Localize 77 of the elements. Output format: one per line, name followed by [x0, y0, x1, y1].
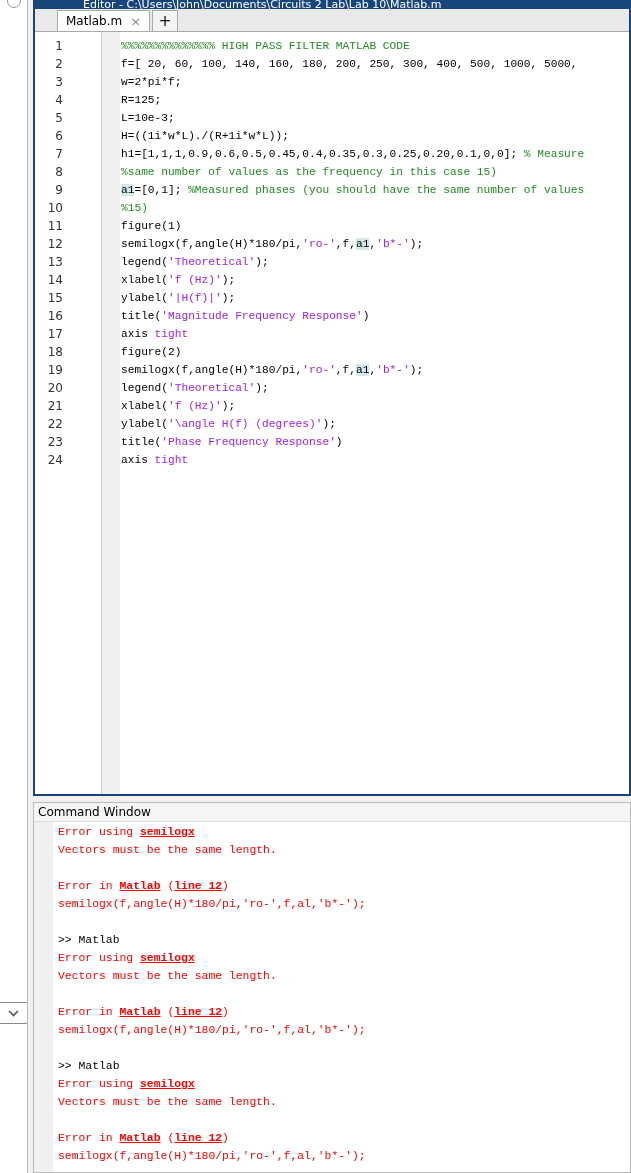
output-line: Error in Matlab (line 12) — [58, 879, 230, 894]
error-link[interactable]: semilogx — [140, 952, 195, 964]
error-link[interactable]: semilogx — [140, 826, 195, 838]
output-line: >> Matlab — [58, 1059, 121, 1074]
error-link[interactable]: line 12 — [174, 880, 223, 892]
output-line: Vectors must be the same length. — [58, 1095, 278, 1110]
line-number: 21 — [46, 398, 64, 415]
dropdown-button[interactable] — [0, 1002, 27, 1024]
code-line: a1=[0,1]; %Measured phases (you should have the same number of values — [120, 183, 586, 198]
code-line: ylabel('\angle H(f) (degrees)'); — [120, 417, 337, 432]
output-line: semilogx(f,angle(H)*180/pi,'ro-',f,al,'b*-'); — [58, 1023, 367, 1038]
code-line: ylabel('|H(f)|'); — [120, 291, 237, 306]
code-line: title('Magnitude Frequency Response') — [120, 309, 371, 324]
output-line: semilogx(f,angle(H)*180/pi,'ro-',f,al,'b*-'); — [58, 897, 367, 912]
code-line: axis tight — [120, 453, 190, 468]
output-line: Vectors must be the same length. — [58, 969, 278, 984]
output-line: Error using semilogx — [58, 825, 196, 840]
line-number: 5 — [54, 110, 64, 127]
code-line: axis tight — [120, 327, 190, 342]
output-line: Error in Matlab (line 12) — [58, 1131, 230, 1146]
code-line: legend('Theoretical'); — [120, 255, 270, 270]
line-number: 17 — [46, 326, 64, 343]
line-number: 20 — [46, 380, 64, 397]
line-number: 8 — [54, 164, 64, 181]
line-number: 9 — [54, 182, 64, 199]
line-number: 6 — [54, 128, 64, 145]
output-line: >> Matlab — [58, 933, 121, 948]
line-number: 23 — [46, 434, 64, 451]
chevron-down-icon — [8, 1009, 19, 1017]
error-link[interactable]: line 12 — [174, 1132, 223, 1144]
error-link[interactable]: line 12 — [174, 1006, 223, 1018]
code-line: xlabel('f (Hz)'); — [120, 273, 237, 288]
error-link[interactable]: Matlab — [119, 1132, 161, 1144]
code-line: %15) — [120, 201, 149, 216]
code-line: figure(2) — [120, 345, 183, 360]
error-link[interactable]: semilogx — [140, 1078, 195, 1090]
code-line: w=2*pi*f; — [120, 75, 183, 90]
code-line: figure(1) — [120, 219, 183, 234]
code-line: semilogx(f,angle(H)*180/pi,'ro-',f,a1,'b*-'); — [120, 363, 425, 378]
line-number: 16 — [46, 308, 64, 325]
output-line: Error using semilogx — [58, 1077, 196, 1092]
output-line: Vectors must be the same length. — [58, 843, 278, 858]
code-line: %%%%%%%%%%%%%% HIGH PASS FILTER MATLAB CODE — [120, 39, 411, 54]
code-line: f=[ 20, 60, 100, 140, 160, 180, 200, 250, 300, 400, 500, 1000, 5000, — [120, 57, 579, 72]
line-number: 19 — [46, 362, 64, 379]
output-line: Error using semilogx — [58, 951, 196, 966]
code-line: %same number of values as the frequency in this case 15) — [120, 165, 498, 180]
output-line: semilogx(f,angle(H)*180/pi,'ro-',f,al,'b*-'); — [58, 1149, 367, 1164]
line-number: 2 — [54, 56, 64, 73]
line-number: 1 — [54, 38, 64, 55]
error-link[interactable]: Matlab — [119, 880, 161, 892]
line-number: 12 — [46, 236, 64, 253]
line-number: 22 — [46, 416, 64, 433]
new-tab-button[interactable]: + — [152, 10, 179, 31]
line-number: 13 — [46, 254, 64, 271]
close-icon[interactable]: × — [130, 13, 142, 29]
line-number: 4 — [54, 92, 64, 109]
code-line: legend('Theoretical'); — [120, 381, 270, 396]
line-number: 18 — [46, 344, 64, 361]
code-line: L=10e-3; — [120, 111, 176, 126]
line-number: 11 — [46, 218, 64, 235]
panel-title: Command Window — [34, 803, 630, 822]
line-number: 10 — [46, 200, 64, 217]
line-number: 7 — [54, 146, 64, 163]
line-number: 15 — [46, 290, 64, 307]
code-line: title('Phase Frequency Response') — [120, 435, 344, 450]
line-number: 14 — [46, 272, 64, 289]
output-line: Error in Matlab (line 12) — [58, 1005, 230, 1020]
code-line: semilogx(f,angle(H)*180/pi,'ro-',f,a1,'b*-'); — [120, 237, 425, 252]
code-line: R=125; — [120, 93, 163, 108]
error-link[interactable]: Matlab — [119, 1006, 161, 1018]
file-tab[interactable]: Matlab.m × — [57, 10, 151, 31]
code-line: H=((1i*w*L)./(R+1i*w*L)); — [120, 129, 290, 144]
line-number: 3 — [54, 74, 64, 91]
code-line: xlabel('f (Hz)'); — [120, 399, 237, 414]
line-number: 24 — [46, 452, 64, 469]
code-line: h1=[1,1,1,0.9,0.6,0.5,0.45,0.4,0.35,0.3,0.25,0.20,0.1,0,0]; % Measure — [120, 147, 586, 162]
